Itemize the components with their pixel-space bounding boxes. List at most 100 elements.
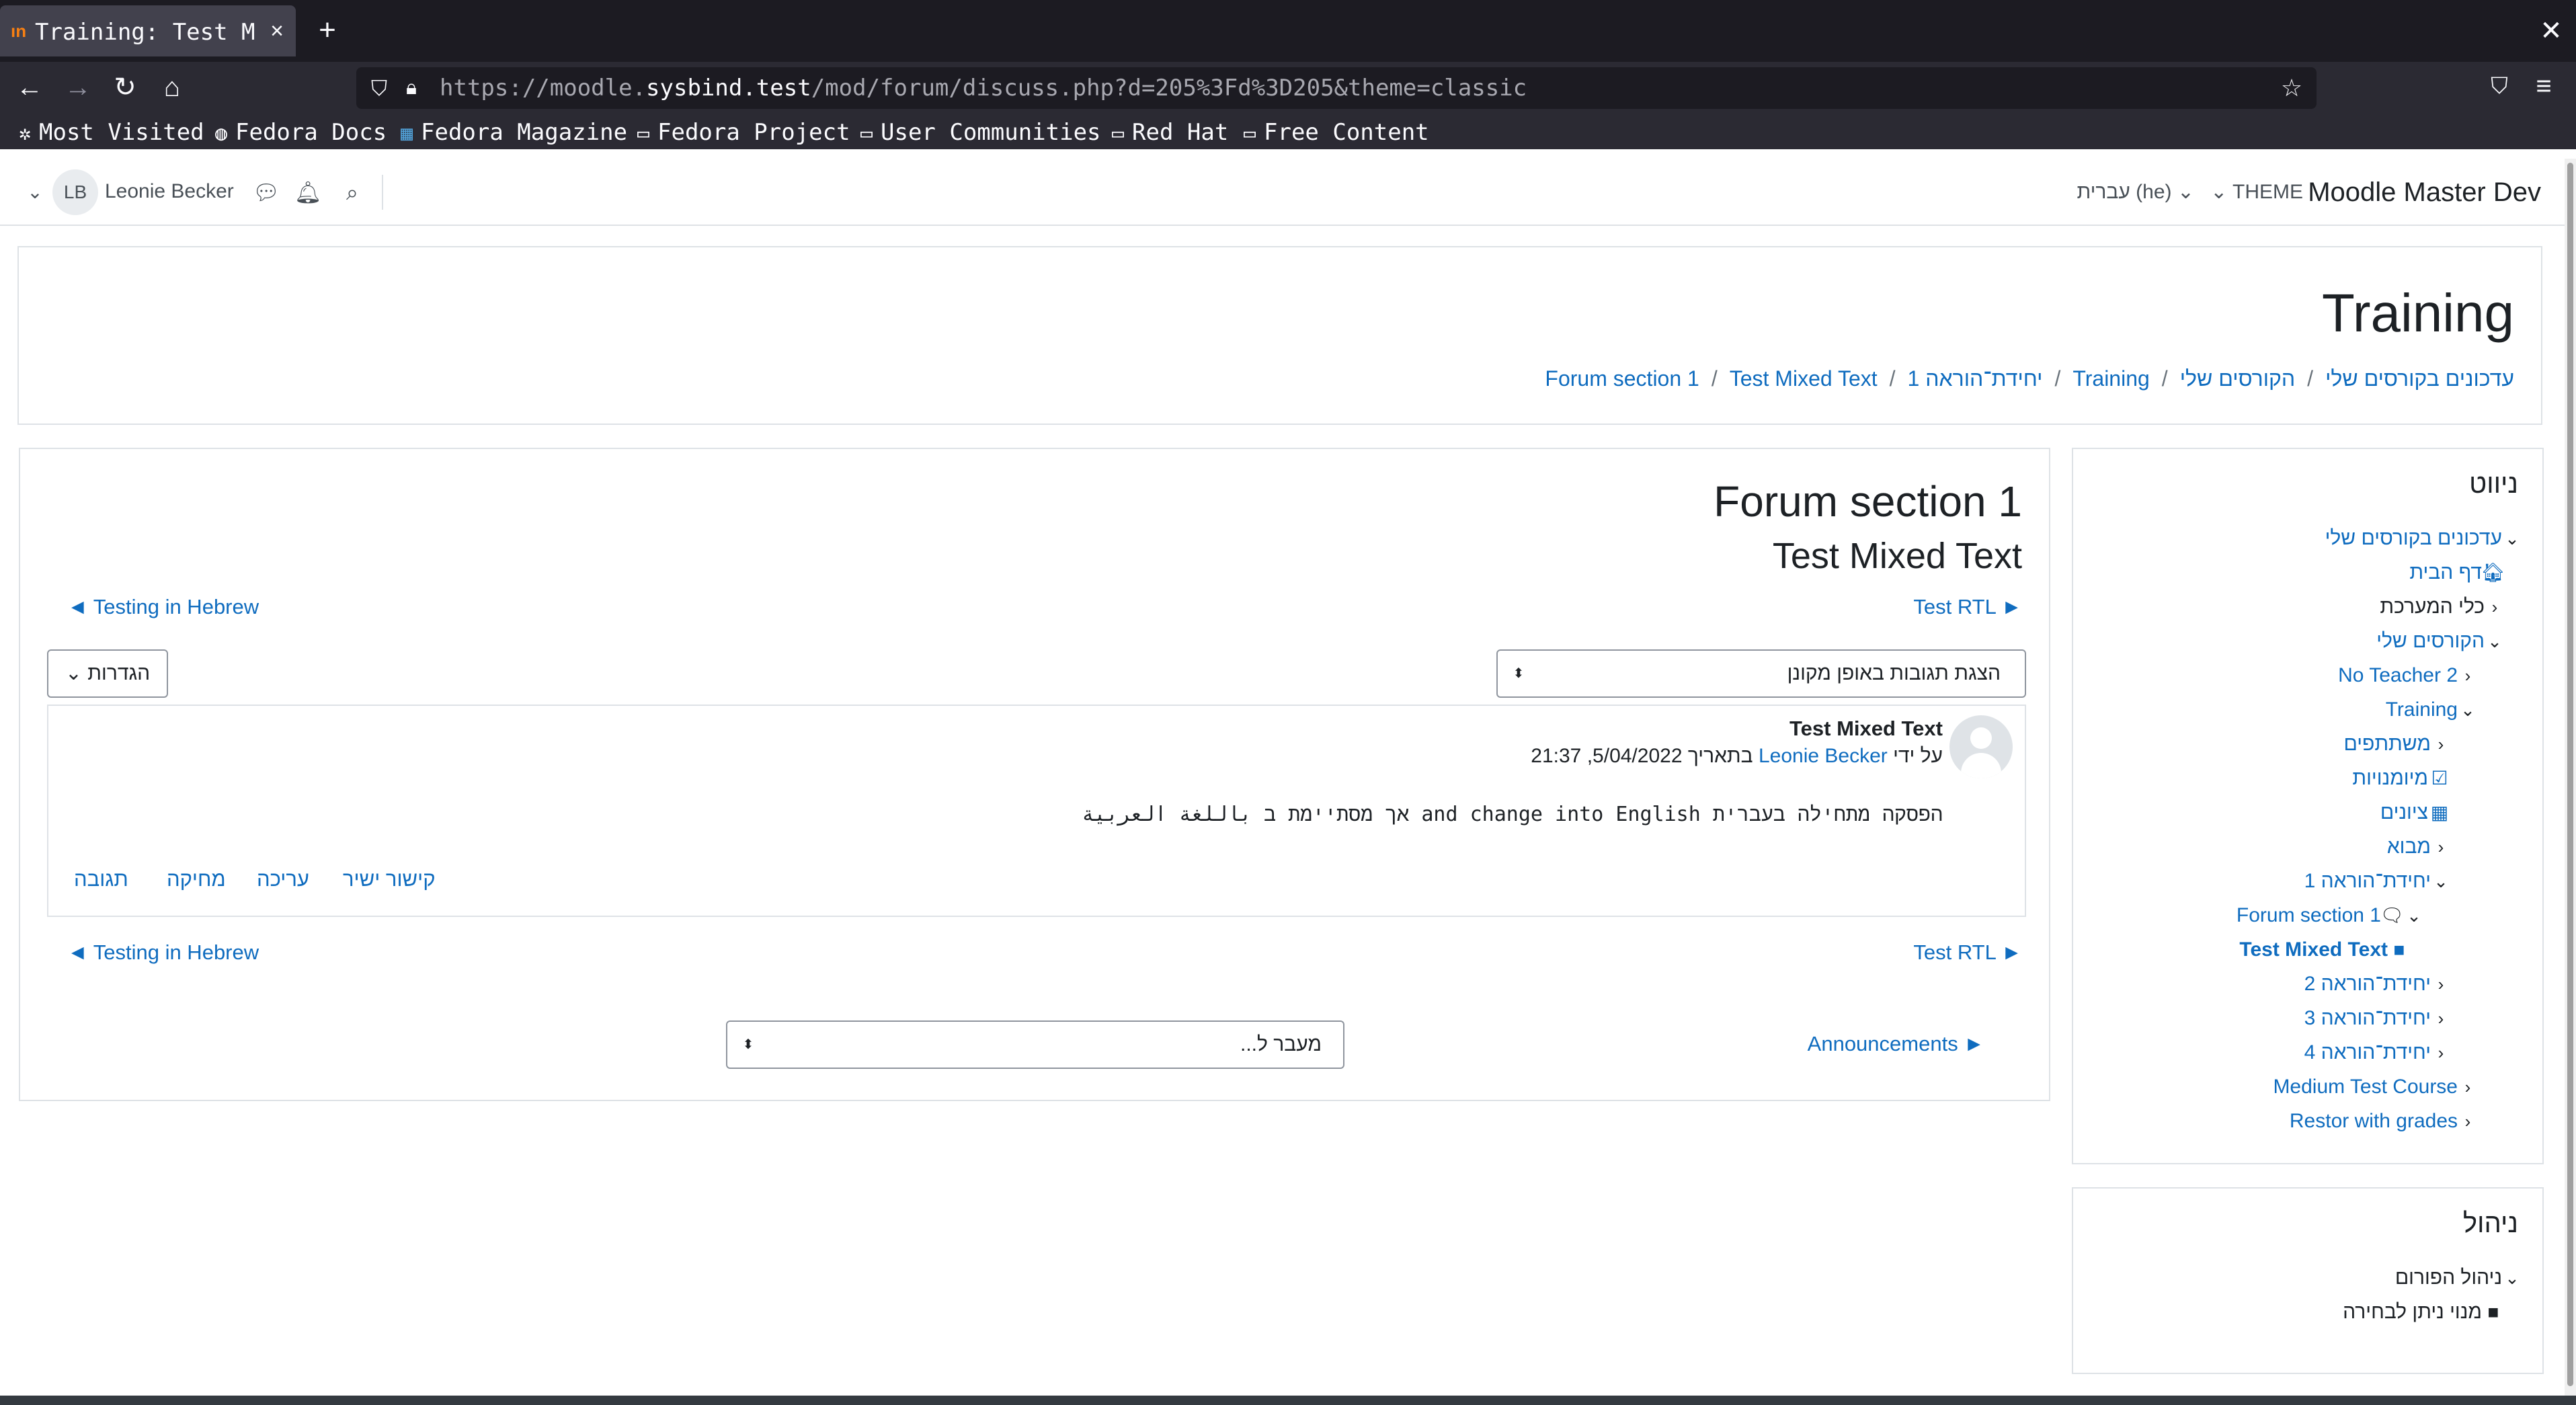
new-tab-button[interactable]: + — [311, 15, 344, 48]
back-button[interactable]: ← — [11, 69, 48, 106]
navbar-divider — [382, 175, 383, 210]
page-header: Training עדכונים בקורסים שלי / הקורסים שלי… — [17, 246, 2542, 425]
pocket-icon[interactable]: ⛉ — [2482, 69, 2517, 104]
nav-item-restor-with-grades[interactable]: ‹ Restor with grades — [2290, 1106, 2478, 1137]
browser-tab[interactable]: ın Training: Test Mixed Text × — [0, 5, 296, 56]
nav-item-unit-2[interactable]: ‹ יחידת־הוראה 2 — [2304, 969, 2451, 1000]
chevron-left-icon: ‹ — [2438, 837, 2444, 857]
nav-item-forum-section-1[interactable]: ⌄🗨︎Forum section 1 — [2237, 900, 2424, 931]
post-author-link[interactable]: Leonie Becker — [1759, 745, 1888, 767]
jump-to-select[interactable]: מעבר ל... ⬍ — [726, 1020, 1344, 1069]
breadcrumb-item[interactable]: Forum section 1 — [1545, 366, 1699, 391]
nav-item-label: יחידת־הוראה 2 — [2304, 973, 2431, 995]
table-icon: ▦ — [2430, 802, 2449, 823]
settings-label: הגדרות — [87, 662, 151, 684]
chevron-down-icon: ⌄ — [2177, 181, 2194, 203]
edit-link[interactable]: עריכה — [257, 865, 309, 894]
chevron-left-icon: ‹ — [2464, 1077, 2471, 1097]
admin-item-optional-subscription[interactable]: ■מנוי ניתן לבחירה — [2343, 1297, 2505, 1328]
forum-icon: 🗨︎ — [2380, 905, 2404, 926]
breadcrumb-item[interactable]: עדכונים בקורסים שלי — [2325, 366, 2514, 391]
admin-item-forum-administration[interactable]: ⌄ניהול הפורום — [2395, 1262, 2522, 1293]
previous-discussion-link[interactable]: ◄ Testing in Hebrew — [67, 592, 259, 623]
window-close-button[interactable]: ✕ — [2534, 15, 2568, 48]
nav-item-grades[interactable]: ▦ציונים — [2380, 797, 2451, 828]
chevron-left-icon: ‹ — [2438, 1043, 2444, 1063]
hamburger-menu-icon[interactable]: ≡ — [2526, 69, 2561, 104]
nav-item-training[interactable]: ⌄Training — [2386, 694, 2478, 725]
bookmark-label: Red Hat — [1132, 119, 1229, 146]
shield-icon[interactable]: ⛉ — [366, 74, 393, 102]
bookmark-fedora-docs[interactable]: ◍ Fedora Docs — [210, 116, 387, 149]
delete-link[interactable]: מחיקה — [167, 865, 226, 894]
breadcrumb-item[interactable]: יחידת־הוראה 1 — [1908, 366, 2043, 391]
nav-item-unit-4[interactable]: ‹ יחידת־הוראה 4 — [2304, 1037, 2451, 1068]
nav-item-no-teacher-2[interactable]: ‹ No Teacher 2 — [2338, 660, 2478, 691]
lock-icon[interactable]: 🔒︎ — [398, 74, 425, 102]
folder-icon: ▭ — [1111, 122, 1125, 145]
chevron-left-icon: ‹ — [2438, 1008, 2444, 1029]
nav-item-site-tools[interactable]: ‹ כלי המערכת — [2380, 592, 2505, 623]
nav-item-unit-1[interactable]: ⌄יחידת־הוראה 1 — [2304, 866, 2451, 897]
bookmark-fedora-project[interactable]: ▭ Fedora Project — [632, 116, 850, 149]
nav-item-introduction[interactable]: ‹ מבוא — [2387, 832, 2451, 862]
theme-menu[interactable]: ⌄ THEME — [2209, 176, 2303, 208]
previous-discussion-link-bottom[interactable]: ◄ Testing in Hebrew — [67, 937, 259, 968]
messages-icon[interactable]: 💬︎ — [250, 176, 282, 208]
chevron-down-icon[interactable]: ⌄ — [23, 179, 47, 206]
breadcrumb-separator: / — [2161, 366, 2168, 391]
admin-item-label: מנוי ניתן לבחירה — [2343, 1301, 2482, 1323]
nav-item-test-mixed-text[interactable]: ■Test Mixed Text — [2239, 934, 2411, 965]
notifications-bell-icon[interactable]: 🔔︎ — [292, 176, 324, 208]
forum-post: Test Mixed Text על ידי Leonie Becker בתא… — [47, 705, 2026, 917]
next-discussion-link[interactable]: Test RTL ► — [1913, 592, 2022, 623]
page-scrollbar[interactable] — [2565, 159, 2576, 1396]
settings-dropdown-button[interactable]: הגדרות ⌄ — [47, 649, 168, 698]
reload-button[interactable]: ↻ — [106, 69, 144, 106]
nav-item-label: Restor with grades — [2289, 1110, 2458, 1132]
nav-item-my-courses-updates[interactable]: ⌄עדכונים בקורסים שלי — [2325, 523, 2522, 554]
home-button[interactable]: ⌂ — [153, 69, 191, 106]
close-tab-icon[interactable]: × — [264, 17, 290, 44]
bookmark-user-communities[interactable]: ▭ User Communities — [855, 116, 1101, 149]
nav-item-label: יחידת־הוראה 3 — [2304, 1007, 2431, 1029]
url-text[interactable]: https://moodle.sysbind.test/mod/forum/di… — [440, 74, 2120, 102]
folder-icon: ▭ — [1243, 122, 1256, 145]
chevron-down-icon: ⌄ — [2505, 528, 2520, 549]
forward-button[interactable]: → — [59, 69, 97, 106]
nav-item-unit-3[interactable]: ‹ יחידת־הוראה 3 — [2304, 1003, 2451, 1034]
language-menu[interactable]: עברית (he) ⌄ — [2070, 176, 2194, 208]
home-icon: 🏠︎ — [2481, 562, 2505, 583]
next-discussion-link-bottom[interactable]: Test RTL ► — [1913, 937, 2022, 968]
bookmark-fedora-magazine[interactable]: ▦ Fedora Magazine — [395, 116, 627, 149]
scrollbar-thumb[interactable] — [2567, 163, 2573, 1386]
nav-item-label: Medium Test Course — [2273, 1076, 2458, 1098]
reply-link[interactable]: תגובה — [74, 865, 128, 894]
bookmark-star-icon[interactable]: ☆ — [2276, 73, 2307, 104]
nav-item-label: מבוא — [2386, 836, 2431, 858]
nav-item-medium-test-course[interactable]: ‹ Medium Test Course — [2273, 1072, 2478, 1102]
announcements-link[interactable]: Announcements ► — [1808, 1029, 1984, 1059]
search-icon[interactable]: ⌕ — [336, 176, 368, 208]
url-bar[interactable]: ⛉ 🔒︎ https://moodle.sysbind.test/mod/for… — [356, 67, 2317, 109]
nav-item-participants[interactable]: ‹ משתתפים — [2343, 729, 2451, 760]
breadcrumb-item[interactable]: הקורסים שלי — [2180, 366, 2295, 391]
user-menu[interactable]: Leonie Becker — [105, 176, 246, 207]
language-label: עברית (he) — [2077, 181, 2172, 203]
nav-item-my-courses[interactable]: ⌄הקורסים שלי — [2376, 626, 2505, 657]
breadcrumb: עדכונים בקורסים שלי / הקורסים שלי / Training… — [901, 363, 2514, 394]
breadcrumb-item[interactable]: Training — [2072, 366, 2149, 391]
display-mode-select[interactable]: הצגת תגובות באופן מקונן ⬍ — [1496, 649, 2026, 698]
nav-item-label: Forum section 1 — [2236, 904, 2381, 926]
bookmark-red-hat[interactable]: ▭ Red Hat — [1106, 116, 1228, 149]
site-name[interactable]: Moodle Master Dev — [2299, 172, 2541, 212]
breadcrumb-item[interactable]: Test Mixed Text — [1730, 366, 1878, 391]
nav-item-home[interactable]: 🏠︎דף הבית — [2409, 557, 2505, 588]
nav-item-label: מיומנויות — [2352, 767, 2428, 789]
bookmark-most-visited[interactable]: ✲ Most Visited — [13, 116, 204, 149]
avatar[interactable]: LB — [52, 169, 98, 215]
post-author-avatar[interactable] — [1949, 715, 2013, 778]
nav-item-competencies[interactable]: ☑מיומנויות — [2352, 763, 2451, 794]
bookmark-free-content[interactable]: ▭ Free Content — [1238, 116, 1429, 149]
permalink-link[interactable]: קישור ישיר — [343, 865, 436, 894]
